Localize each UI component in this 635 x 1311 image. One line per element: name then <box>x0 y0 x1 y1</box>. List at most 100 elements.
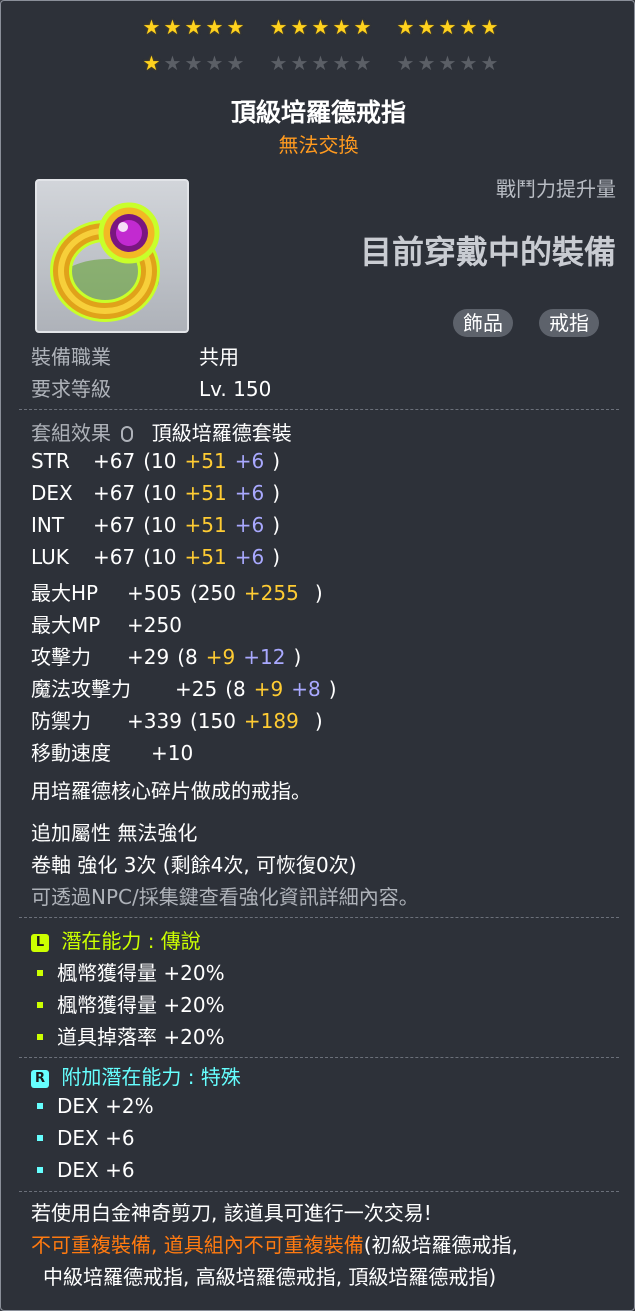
unique-equip-note: 不可重複裝備, 道具組內不可重複裝備(初級培羅德戒指, <box>31 1229 518 1258</box>
type-tag: 戒指 <box>539 309 599 337</box>
scissors-note: 若使用白金神奇剪刀, 該道具可進行一次交易! <box>31 1201 432 1225</box>
scroll-status: 卷軸 強化 3次 (剩餘4次, 可恢復0次) <box>31 853 357 877</box>
stat-star: +6 <box>234 481 265 505</box>
stat-row: DEX +67 (10 +51 +6) <box>31 481 280 505</box>
stat-end: ) <box>272 449 280 473</box>
star-icon: ★ <box>332 15 351 39</box>
potential-line: 楓幣獲得量 +20% <box>31 957 225 986</box>
legendary-grade-icon: L <box>31 934 49 952</box>
star-empty-icon: ★ <box>290 51 309 75</box>
star-icon: ★ <box>459 15 478 39</box>
unique-equip-list-2: 中級培羅德戒指, 高級培羅德戒指, 頂級培羅德戒指) <box>43 1265 497 1289</box>
star-empty-icon: ★ <box>269 51 288 75</box>
star-group: ★ ★ ★ ★ ★ <box>268 17 373 39</box>
stat-base: (10 <box>143 513 177 537</box>
stat-name: 最大HP <box>31 581 99 605</box>
star-icon: ★ <box>353 15 372 39</box>
star-group: ★ ★ ★ ★ ★ <box>395 53 500 75</box>
stat-total: +67 <box>93 481 136 505</box>
stat-row: 攻擊力 +29 (8 +9 +12) <box>31 641 301 670</box>
bonus-potential-line-text: DEX +2% <box>57 1094 154 1118</box>
divider <box>19 1191 619 1192</box>
stat-bonus: +51 <box>184 481 227 505</box>
item-name: 頂級培羅德戒指 <box>230 98 406 127</box>
star-group: ★ ★ ★ ★ ★ <box>141 17 246 39</box>
mouse-icon[interactable] <box>121 426 134 442</box>
stat-total: +29 <box>127 645 170 669</box>
req-job-row: 裝備職業 共用 <box>31 341 239 370</box>
potential-line-text: 楓幣獲得量 +20% <box>57 993 225 1017</box>
star-icon: ★ <box>205 15 224 39</box>
star-empty-icon: ★ <box>184 51 203 75</box>
stat-row: STR +67 (10 +51 +6) <box>31 449 280 473</box>
star-group: ★ ★ ★ ★ ★ <box>268 53 373 75</box>
potential-header: L 潛在能力 : 傳說 <box>31 925 201 954</box>
stat-row: INT +67 (10 +51 +6) <box>31 513 280 537</box>
item-description: 用培羅德核心碎片做成的戒指。 <box>31 779 311 803</box>
stat-end: ) <box>314 581 323 605</box>
stat-bonus: +9 <box>253 677 284 701</box>
star-icon: ★ <box>438 15 457 39</box>
star-icon: ★ <box>311 15 330 39</box>
set-effect-label: 套組效果 <box>31 421 111 445</box>
stat-bonus: +189 <box>243 709 299 733</box>
stat-star: +6 <box>234 513 265 537</box>
unique-equip-list-1: (初級培羅德戒指, <box>363 1233 518 1257</box>
star-icon: ★ <box>396 15 415 39</box>
star-icon: ★ <box>142 51 161 75</box>
stat-star: +6 <box>234 449 265 473</box>
bullet-icon <box>37 1002 43 1008</box>
star-empty-icon: ★ <box>226 51 245 75</box>
stat-base: (10 <box>143 481 177 505</box>
bonus-potential-header: R 附加潛在能力 : 特殊 <box>31 1061 241 1090</box>
stat-total: +67 <box>93 449 136 473</box>
bonus-potential-title: 附加潛在能力 : 特殊 <box>61 1065 241 1089</box>
combat-power-label: 戰鬥力提升量 <box>496 177 616 201</box>
stat-row: 魔法攻擊力 +25 (8 +9 +8) <box>31 673 337 702</box>
set-effect-name: 頂級培羅德套裝 <box>151 421 292 445</box>
stat-total: +67 <box>93 545 136 569</box>
star-icon: ★ <box>184 15 203 39</box>
unique-equip-warning: 不可重複裝備, 道具組內不可重複裝備 <box>31 1233 364 1257</box>
stat-bonus: +255 <box>243 581 299 605</box>
star-icon: ★ <box>290 15 309 39</box>
potential-title: 潛在能力 : 傳說 <box>61 929 201 953</box>
star-icon: ★ <box>269 15 288 39</box>
stat-total: +250 <box>127 613 182 637</box>
stat-total: +505 <box>127 581 182 605</box>
bullet-icon <box>37 1034 43 1040</box>
star-empty-icon: ★ <box>417 51 436 75</box>
stat-row: 最大HP +505 (250 +255) <box>31 577 323 606</box>
stat-name: 魔法攻擊力 <box>31 677 131 701</box>
star-icon: ★ <box>417 15 436 39</box>
stat-total: +339 <box>127 709 182 733</box>
star-icon: ★ <box>226 15 245 39</box>
stat-bonus: +9 <box>205 645 236 669</box>
stat-row: 防禦力 +339 (150 +189) <box>31 705 323 734</box>
req-level-row: 要求等級 Lv. 150 <box>31 373 271 402</box>
stat-total: +10 <box>151 741 194 765</box>
rare-grade-icon: R <box>31 1070 49 1088</box>
star-empty-icon: ★ <box>332 51 351 75</box>
potential-line: 楓幣獲得量 +20% <box>31 989 225 1018</box>
stat-total: +67 <box>93 513 136 537</box>
star-empty-icon: ★ <box>396 51 415 75</box>
bullet-icon <box>37 1103 43 1109</box>
stat-base: (10 <box>143 449 177 473</box>
star-group: ★ ★ ★ ★ ★ <box>395 17 500 39</box>
req-level-value: Lv. 150 <box>199 377 272 401</box>
divider <box>19 1057 619 1058</box>
star-empty-icon: ★ <box>353 51 372 75</box>
stat-name: 攻擊力 <box>31 645 91 669</box>
stat-star: +6 <box>234 545 265 569</box>
set-effect-row: 套組效果 頂級培羅德套裝 <box>31 417 292 446</box>
stat-bonus: +51 <box>184 449 227 473</box>
star-empty-icon: ★ <box>438 51 457 75</box>
bonus-potential-line: DEX +2% <box>31 1094 154 1118</box>
stat-name: DEX <box>31 481 73 505</box>
bullet-icon <box>37 1135 43 1141</box>
star-empty-icon: ★ <box>163 51 182 75</box>
star-icon: ★ <box>142 15 161 39</box>
combat-power-value: 目前穿戴中的裝備 <box>359 233 616 271</box>
star-icon: ★ <box>480 15 499 39</box>
